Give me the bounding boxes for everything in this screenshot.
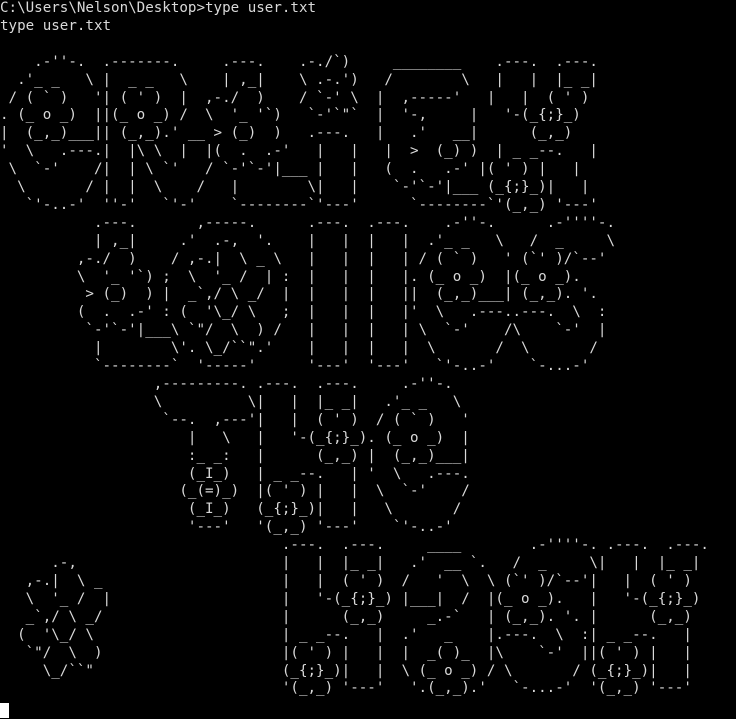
console-window[interactable]: C:\Users\Nelson\Desktop>type user.txt ty… — [0, 0, 736, 719]
prompt-line: C:\Users\Nelson\Desktop>type user.txt — [0, 0, 317, 16]
ascii-art-output: .-''-. .-------. .---. .-./`) ________ .… — [0, 53, 709, 697]
command-echo: type user.txt — [0, 17, 112, 34]
text-cursor — [0, 703, 9, 718]
